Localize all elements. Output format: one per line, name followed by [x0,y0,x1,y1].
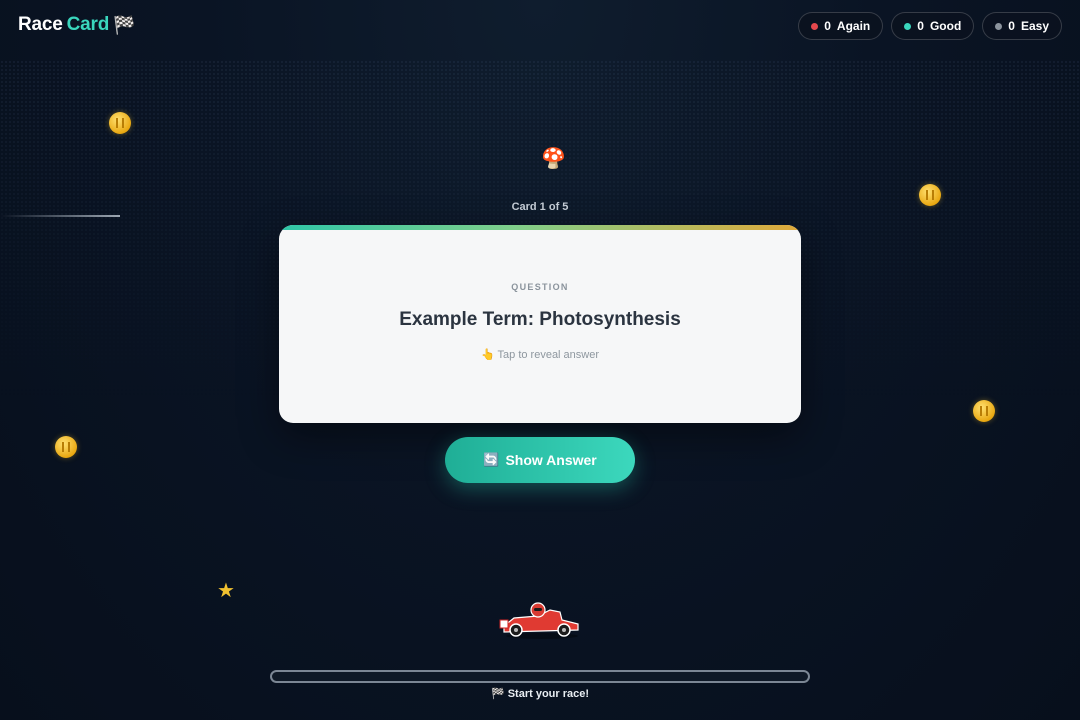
speed-streak [0,215,120,217]
stat-again: 0 Again [798,12,884,40]
good-dot-icon [904,22,912,30]
easy-label: Easy [1020,19,1049,33]
flashcard[interactable]: QUESTION Example Term: Photosynthesis 👆 … [279,225,801,423]
again-count: 0 [824,19,831,33]
logo-card-text: Card [66,14,110,35]
score-stats: 0 Again 0 Good 0 Easy [798,12,1062,40]
race-kart-icon [499,602,579,639]
coin-icon [973,400,995,422]
easy-dot-icon [995,22,1003,30]
stat-good: 0 Good [891,12,975,40]
good-count: 0 [917,19,924,33]
coin-icon [55,436,77,458]
checkered-flag-icon: 🏁 [113,14,136,35]
again-label: Again [836,19,871,33]
question-label: QUESTION [511,282,569,292]
easy-count: 0 [1008,19,1015,33]
mushroom-icon: 🍄 [541,146,566,170]
good-label: Good [929,19,962,33]
progress-label: 🏁 Start your race! [490,688,590,700]
question-term: Example Term: Photosynthesis [399,309,681,330]
reveal-hint: 👆 Tap to reveal answer [480,349,600,361]
logo-race-text: Race [18,14,63,35]
race-progress-bar [270,670,810,683]
show-answer-button[interactable]: 🔄 Show Answer [445,437,635,483]
coin-icon [109,112,131,134]
stat-easy: 0 Easy [982,12,1062,40]
card-counter: Card 1 of 5 [511,201,569,213]
show-answer-label: Show Answer [505,452,597,468]
refresh-icon: 🔄 [483,452,500,467]
card-accent-bar [279,225,801,230]
app-logo: Race Card 🏁 [18,14,136,36]
again-dot-icon [811,22,819,30]
star-icon: ★ [217,578,235,602]
